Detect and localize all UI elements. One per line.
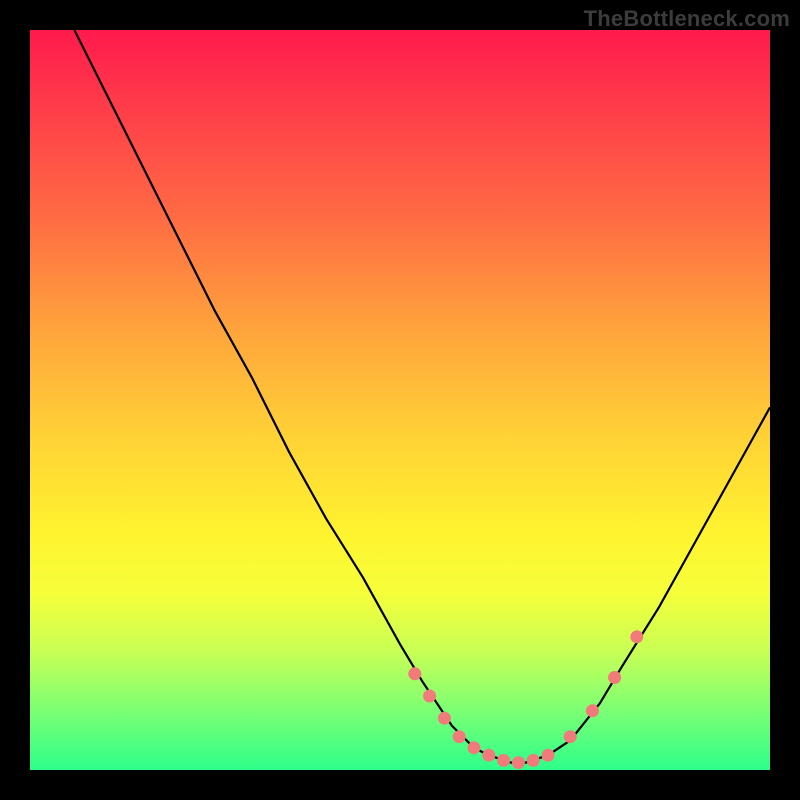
bottleneck-curve: [74, 30, 770, 763]
watermark-text: TheBottleneck.com: [584, 6, 790, 32]
curve-marker: [512, 756, 525, 769]
curve-marker: [542, 749, 555, 762]
curve-marker: [630, 630, 643, 643]
curve-marker: [482, 749, 495, 762]
plot-area: [30, 30, 770, 770]
curve-marker: [586, 704, 599, 717]
curve-markers: [408, 630, 643, 769]
curve-marker: [408, 667, 421, 680]
curve-marker: [468, 741, 481, 754]
curve-marker: [423, 690, 436, 703]
curve-marker: [564, 730, 577, 743]
curve-marker: [453, 730, 466, 743]
curve-marker: [608, 671, 621, 684]
curve-svg: [30, 30, 770, 770]
curve-marker: [497, 754, 510, 767]
curve-marker: [527, 754, 540, 767]
chart-frame: TheBottleneck.com: [0, 0, 800, 800]
curve-marker: [438, 712, 451, 725]
